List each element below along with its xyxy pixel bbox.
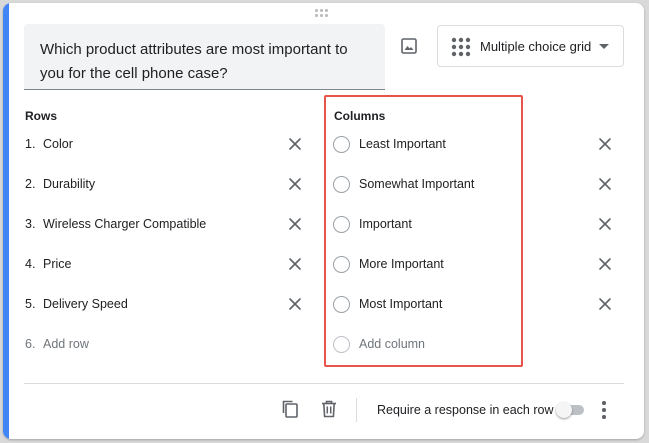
columns-highlight-box [324,95,523,367]
row-item[interactable]: 2. Durability [25,177,95,197]
chevron-down-icon [599,44,609,49]
require-response-label: Require a response in each row [377,403,554,417]
toggle-knob [556,402,572,418]
row-label[interactable]: Wireless Charger Compatible [43,217,206,231]
row-label[interactable]: Durability [43,177,95,191]
row-label[interactable]: Color [43,137,73,151]
row-number: 4. [25,257,36,271]
active-accent-bar [3,3,9,439]
require-response-toggle[interactable] [556,402,584,418]
more-vertical-icon[interactable] [601,401,607,419]
row-item[interactable]: 3. Wireless Charger Compatible [25,217,206,237]
row-number: 5. [25,297,36,311]
row-number: 6. [25,337,36,351]
add-image-icon[interactable] [399,36,419,56]
remove-row-close-icon[interactable] [288,217,302,231]
remove-column-close-icon[interactable] [598,137,612,151]
row-number: 3. [25,217,36,231]
question-card: Which product attributes are most import… [3,3,644,439]
grid-icon [451,37,471,57]
row-item[interactable]: 1. Color [25,137,73,157]
remove-row-close-icon[interactable] [288,257,302,271]
remove-column-close-icon[interactable] [598,257,612,271]
row-number: 2. [25,177,36,191]
question-type-label: Multiple choice grid [480,39,592,54]
add-row-label[interactable]: Add row [43,337,89,351]
remove-row-close-icon[interactable] [288,137,302,151]
footer-divider [24,383,624,384]
row-item[interactable]: 4. Price [25,257,71,277]
question-type-dropdown[interactable]: Multiple choice grid [437,25,624,67]
remove-column-close-icon[interactable] [598,217,612,231]
row-item[interactable]: 5. Delivery Speed [25,297,128,317]
remove-column-close-icon[interactable] [598,177,612,191]
row-label[interactable]: Delivery Speed [43,297,128,311]
duplicate-icon[interactable] [280,399,300,419]
trash-icon[interactable] [320,399,338,419]
remove-row-close-icon[interactable] [288,297,302,311]
remove-column-close-icon[interactable] [598,297,612,311]
row-label[interactable]: Price [43,257,71,271]
row-number: 1. [25,137,36,151]
add-row-item[interactable]: 6. Add row [25,337,89,357]
drag-handle-icon[interactable] [315,9,329,19]
remove-row-close-icon[interactable] [288,177,302,191]
footer-vertical-divider [356,398,357,422]
rows-heading: Rows [25,109,58,123]
question-title-input[interactable]: Which product attributes are most import… [24,24,385,90]
